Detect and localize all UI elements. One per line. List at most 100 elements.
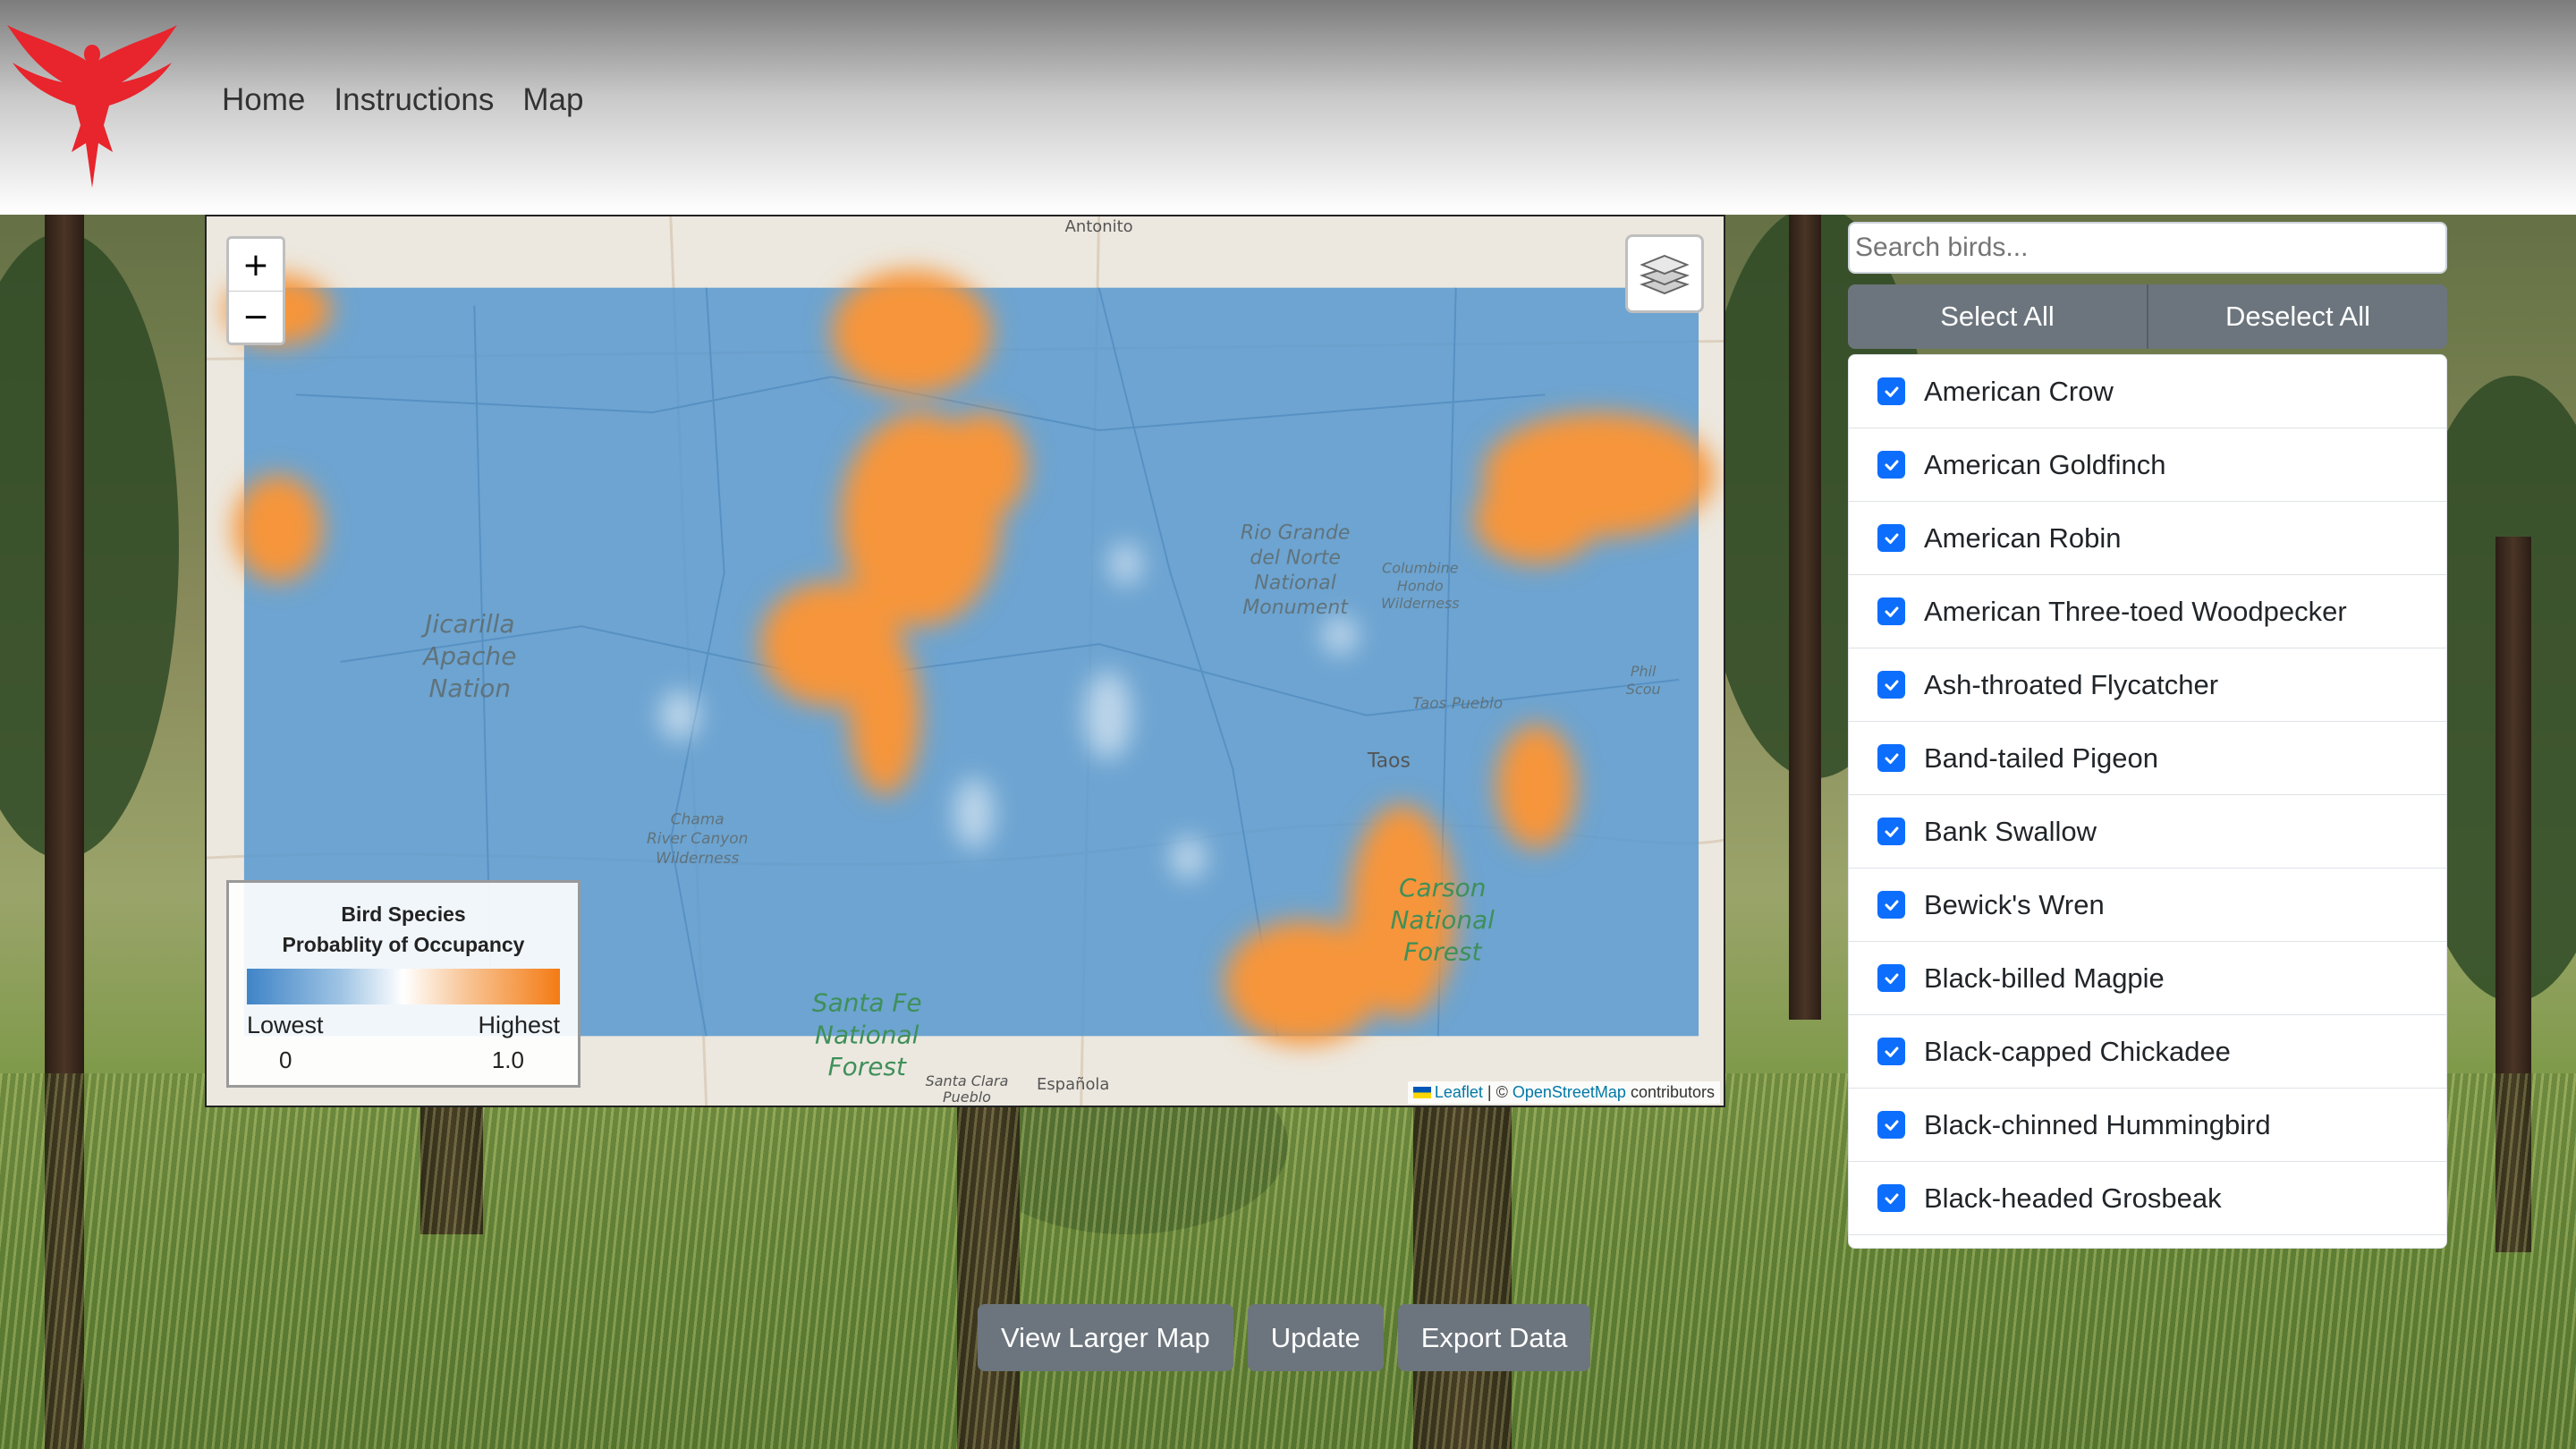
legend-title-line2: Probablity of Occupancy (282, 933, 525, 956)
bird-name-label: Black-billed Magpie (1924, 962, 2165, 994)
svg-text:Forest: Forest (1403, 937, 1482, 967)
svg-text:Phil: Phil (1631, 663, 1657, 680)
checkbox-checked-icon[interactable] (1877, 1184, 1905, 1212)
svg-text:Taos: Taos (1367, 750, 1411, 773)
legend-labels: Lowest Highest (247, 1012, 560, 1039)
bird-name-label: Black-headed Grosbeak (1924, 1182, 2222, 1214)
bird-list-item[interactable]: Black-billed Magpie (1849, 942, 2446, 1015)
bird-list-item[interactable]: Black-capped Chickadee (1849, 1015, 2446, 1089)
svg-text:Scou: Scou (1626, 681, 1661, 698)
svg-text:Pueblo: Pueblo (943, 1089, 991, 1106)
view-larger-map-button[interactable]: View Larger Map (978, 1304, 1233, 1371)
bird-name-label: American Robin (1924, 521, 2122, 554)
legend-values: 0 1.0 (247, 1046, 560, 1074)
phoenix-logo[interactable] (0, 9, 184, 193)
bird-list-item[interactable]: Bewick's Wren (1849, 869, 2446, 942)
bird-list-item[interactable]: American Three-toed Woodpecker (1849, 575, 2446, 648)
main-nav: Home Instructions Map (222, 82, 583, 118)
svg-text:Taos Pueblo: Taos Pueblo (1412, 694, 1503, 712)
checkbox-checked-icon[interactable] (1877, 1038, 1905, 1065)
checkbox-checked-icon[interactable] (1877, 671, 1905, 699)
zoom-control: + − (226, 236, 285, 345)
svg-text:Chama: Chama (671, 809, 724, 827)
legend-title-line1: Bird Species (341, 902, 466, 926)
bird-list-item[interactable]: Bank Swallow (1849, 795, 2446, 869)
selection-button-group: Select All Deselect All (1848, 284, 2447, 349)
bird-name-label: Band-tailed Pigeon (1924, 741, 2158, 774)
layers-toggle-button[interactable] (1625, 234, 1704, 313)
svg-text:Hondo: Hondo (1397, 577, 1444, 594)
checkbox-checked-icon[interactable] (1877, 1111, 1905, 1139)
attribution-separator: | © (1487, 1083, 1508, 1101)
svg-text:del Norte: del Norte (1250, 547, 1340, 569)
svg-text:Monument: Monument (1242, 597, 1349, 619)
top-navbar: Home Instructions Map (0, 0, 2576, 215)
bird-list-item[interactable]: Ash-throated Flycatcher (1849, 648, 2446, 722)
checkbox-checked-icon[interactable] (1877, 524, 1905, 552)
bird-list-item[interactable]: Black-chinned Hummingbird (1849, 1089, 2446, 1162)
svg-text:Rio Grande: Rio Grande (1241, 522, 1351, 545)
bird-filter-panel: Select All Deselect All American CrowAme… (1848, 222, 2447, 1249)
bird-list-item[interactable]: American Crow (1849, 355, 2446, 428)
legend-color-ramp (247, 969, 560, 1004)
bird-name-label: American Goldfinch (1924, 448, 2166, 480)
svg-text:Wilderness: Wilderness (656, 849, 739, 867)
bird-list-item[interactable]: Black-headed Grosbeak (1849, 1162, 2446, 1235)
bird-list-item[interactable]: Band-tailed Pigeon (1849, 722, 2446, 795)
nav-instructions-link[interactable]: Instructions (334, 82, 494, 118)
nav-home-link[interactable]: Home (222, 82, 305, 118)
legend-low-label: Lowest (247, 1012, 324, 1038)
svg-text:Santa Fe: Santa Fe (812, 987, 922, 1017)
checkbox-checked-icon[interactable] (1877, 818, 1905, 845)
bird-name-label: Black-capped Chickadee (1924, 1035, 2231, 1067)
checkbox-checked-icon[interactable] (1877, 377, 1905, 405)
svg-text:National: National (1391, 905, 1496, 935)
deselect-all-button[interactable]: Deselect All (2148, 284, 2447, 349)
bird-name-label: Bank Swallow (1924, 815, 2097, 847)
legend-high-value: 1.0 (491, 1046, 524, 1073)
bird-checklist[interactable]: American Crow American Goldfinch American … (1848, 354, 2447, 1249)
checkbox-checked-icon[interactable] (1877, 964, 1905, 992)
bird-name-label: Ash-throated Flycatcher (1924, 668, 2219, 700)
svg-text:Columbine: Columbine (1382, 559, 1459, 576)
svg-text:Antonito: Antonito (1065, 217, 1133, 236)
checkbox-checked-icon[interactable] (1877, 451, 1905, 479)
bird-name-label: Black-chinned Hummingbird (1924, 1108, 2271, 1140)
zoom-in-button[interactable]: + (229, 239, 283, 291)
bird-name-label: American Crow (1924, 375, 2114, 407)
select-all-button[interactable]: Select All (1848, 284, 2148, 349)
legend-low-value: 0 (279, 1046, 292, 1073)
bird-list-item[interactable]: American Goldfinch (1849, 428, 2446, 502)
bird-name-label: Bewick's Wren (1924, 888, 2105, 920)
map-attribution: Leaflet | © OpenStreetMap contributors (1407, 1081, 1720, 1104)
svg-text:Forest: Forest (828, 1052, 907, 1081)
checkbox-checked-icon[interactable] (1877, 744, 1905, 772)
attribution-suffix: contributors (1630, 1083, 1715, 1101)
ukraine-flag-icon (1412, 1087, 1431, 1098)
svg-text:Apache: Apache (421, 641, 516, 671)
occupancy-map[interactable]: Jicarilla Apache Nation Rio Grande del N… (205, 215, 1725, 1107)
bird-name-label: American Three-toed Woodpecker (1924, 595, 2347, 627)
bird-list-item[interactable]: American Robin (1849, 502, 2446, 575)
legend-high-label: Highest (478, 1012, 560, 1038)
occupancy-legend: Bird Species Probablity of Occupancy Low… (226, 880, 580, 1088)
svg-text:Santa Clara: Santa Clara (926, 1072, 1009, 1089)
openstreetmap-link[interactable]: OpenStreetMap (1513, 1083, 1626, 1101)
svg-text:River Canyon: River Canyon (647, 829, 748, 847)
checkbox-checked-icon[interactable] (1877, 891, 1905, 919)
leaflet-link[interactable]: Leaflet (1435, 1083, 1483, 1101)
svg-text:Jicarilla: Jicarilla (420, 609, 514, 639)
checkbox-checked-icon[interactable] (1877, 597, 1905, 625)
svg-text:Carson: Carson (1399, 873, 1486, 902)
bird-search-input[interactable] (1848, 222, 2447, 274)
layers-icon (1640, 254, 1690, 295)
update-button[interactable]: Update (1247, 1304, 1384, 1371)
svg-text:Nation: Nation (429, 674, 512, 703)
svg-text:National: National (1254, 572, 1335, 594)
zoom-out-button[interactable]: − (229, 291, 283, 343)
map-actions: View Larger Map Update Export Data (978, 1304, 1591, 1371)
nav-map-link[interactable]: Map (522, 82, 583, 118)
svg-text:National: National (815, 1020, 919, 1049)
svg-text:Wilderness: Wilderness (1381, 595, 1460, 612)
export-data-button[interactable]: Export Data (1397, 1304, 1591, 1371)
